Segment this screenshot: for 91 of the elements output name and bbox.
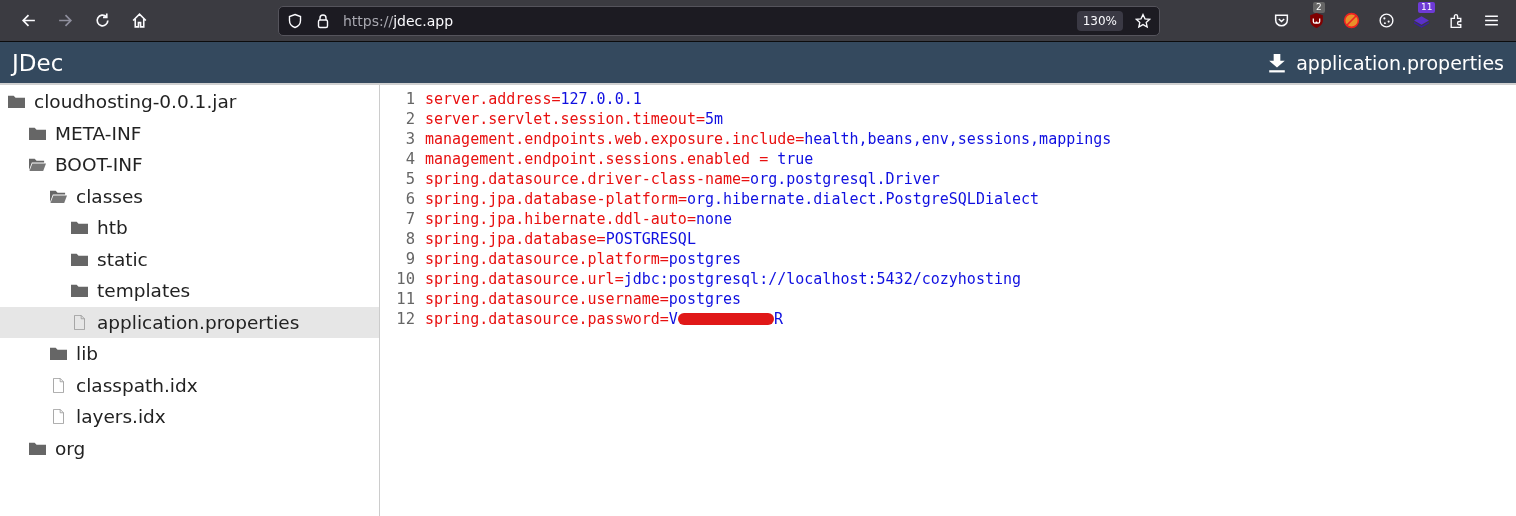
- property-key: spring.jpa.database: [425, 230, 597, 248]
- home-icon[interactable]: [131, 12, 148, 29]
- file-icon: [71, 314, 88, 330]
- folder-icon: [29, 440, 46, 456]
- property-key: server.address: [425, 90, 552, 108]
- reload-icon[interactable]: [94, 12, 111, 29]
- equals-sign: =: [659, 250, 669, 268]
- property-key: spring.jpa.hibernate.ddl-auto: [425, 210, 687, 228]
- line-number: 12: [395, 310, 415, 328]
- cookie-icon[interactable]: [1378, 12, 1395, 29]
- line-number: 8: [404, 230, 415, 248]
- tree-item[interactable]: templates: [0, 275, 379, 307]
- tree-item[interactable]: org: [0, 432, 379, 464]
- property-key: spring.datasource.platform: [425, 250, 660, 268]
- property-value: V: [668, 310, 678, 328]
- property-value: postgres: [668, 290, 742, 308]
- app-title: JDec: [12, 49, 64, 76]
- equals-sign: =: [677, 190, 687, 208]
- property-key: spring.datasource.password: [425, 310, 660, 328]
- url-text: https://jdec.app: [343, 12, 455, 29]
- property-value: 127.0.0.1: [560, 90, 642, 108]
- folder-icon: [71, 220, 88, 236]
- property-key: management.endpoint.sessions.enabled: [425, 150, 751, 168]
- tree-item[interactable]: classes: [0, 180, 379, 212]
- tree-item[interactable]: application.properties: [0, 306, 379, 338]
- line-number: 10: [395, 270, 415, 288]
- line-number: 3: [404, 130, 415, 148]
- equals-sign: =: [795, 130, 805, 148]
- property-value: org.hibernate.dialect.PostgreSQLDialect: [686, 190, 1040, 208]
- property-value: jdbc:postgresql://localhost:5432/cozyhosting: [623, 270, 1022, 288]
- address-bar[interactable]: https://jdec.app 130%: [278, 5, 1160, 36]
- pocket-icon[interactable]: [1273, 12, 1290, 29]
- line-number: 2: [404, 110, 415, 128]
- property-value: 5m: [704, 110, 724, 128]
- file-icon: [50, 377, 67, 393]
- badge-count: 2: [1313, 2, 1325, 13]
- equals-sign: =: [686, 210, 696, 228]
- property-value: health,beans,env,sessions,mappings: [804, 130, 1112, 148]
- property-value: true: [777, 150, 814, 168]
- equals-sign: =: [596, 230, 606, 248]
- property-key: server.servlet.session.timeout: [425, 110, 696, 128]
- line-number: 6: [404, 190, 415, 208]
- folder-icon: [50, 346, 67, 362]
- zoom-level[interactable]: 130%: [1076, 10, 1123, 31]
- property-key: spring.datasource.driver-class-name: [425, 170, 742, 188]
- lock-icon: [315, 12, 331, 29]
- tree-item[interactable]: META-INF: [0, 117, 379, 149]
- tree-item[interactable]: static: [0, 243, 379, 275]
- star-icon[interactable]: [1135, 12, 1151, 29]
- forward-icon[interactable]: [57, 12, 74, 29]
- download-link[interactable]: application.properties: [1268, 51, 1504, 74]
- property-value: org.postgresql.Driver: [750, 170, 940, 188]
- folder-icon: [8, 94, 25, 110]
- shield-icon[interactable]: [1308, 12, 1325, 29]
- folder-icon: [71, 283, 88, 299]
- download-icon: [1268, 52, 1287, 73]
- tree-item[interactable]: lib: [0, 338, 379, 370]
- open-folder-icon: [29, 157, 46, 173]
- file-icon: [50, 409, 67, 425]
- property-value: none: [695, 210, 733, 228]
- folder-icon: [29, 125, 46, 141]
- line-number: 9: [404, 250, 415, 268]
- property-key: spring.datasource.username: [425, 290, 660, 308]
- tree-item[interactable]: BOOT-INF: [0, 149, 379, 181]
- property-value: postgres: [668, 250, 742, 268]
- line-number: 5: [404, 170, 415, 188]
- property-key: management.endpoints.web.exposure.include: [425, 130, 796, 148]
- property-value: POSTGRESQL: [605, 230, 696, 248]
- property-key: spring.datasource.url: [425, 270, 615, 288]
- equals-sign: =: [758, 150, 770, 168]
- line-number: 7: [404, 210, 415, 228]
- badge-count: 11: [1418, 2, 1436, 13]
- equals-sign: =: [614, 270, 624, 288]
- property-value: R: [773, 310, 783, 328]
- back-icon[interactable]: [20, 12, 37, 29]
- equals-sign: =: [551, 90, 561, 108]
- tree-item[interactable]: layers.idx: [0, 401, 379, 433]
- equals-sign: =: [695, 110, 705, 128]
- tree-item[interactable]: cloudhosting-0.0.1.jar: [0, 86, 379, 118]
- tree-item[interactable]: classpath.idx: [0, 369, 379, 401]
- equals-sign: =: [741, 170, 751, 188]
- equals-sign: =: [659, 310, 669, 328]
- open-folder-icon: [50, 188, 67, 204]
- line-number: 11: [395, 290, 415, 308]
- property-key: spring.jpa.database-platform: [425, 190, 678, 208]
- line-number: 1: [404, 90, 415, 108]
- tree-item[interactable]: htb: [0, 212, 379, 244]
- folder-icon: [71, 251, 88, 267]
- equals-sign: =: [659, 290, 669, 308]
- shield-icon[interactable]: [287, 12, 303, 29]
- line-number: 4: [404, 150, 415, 168]
